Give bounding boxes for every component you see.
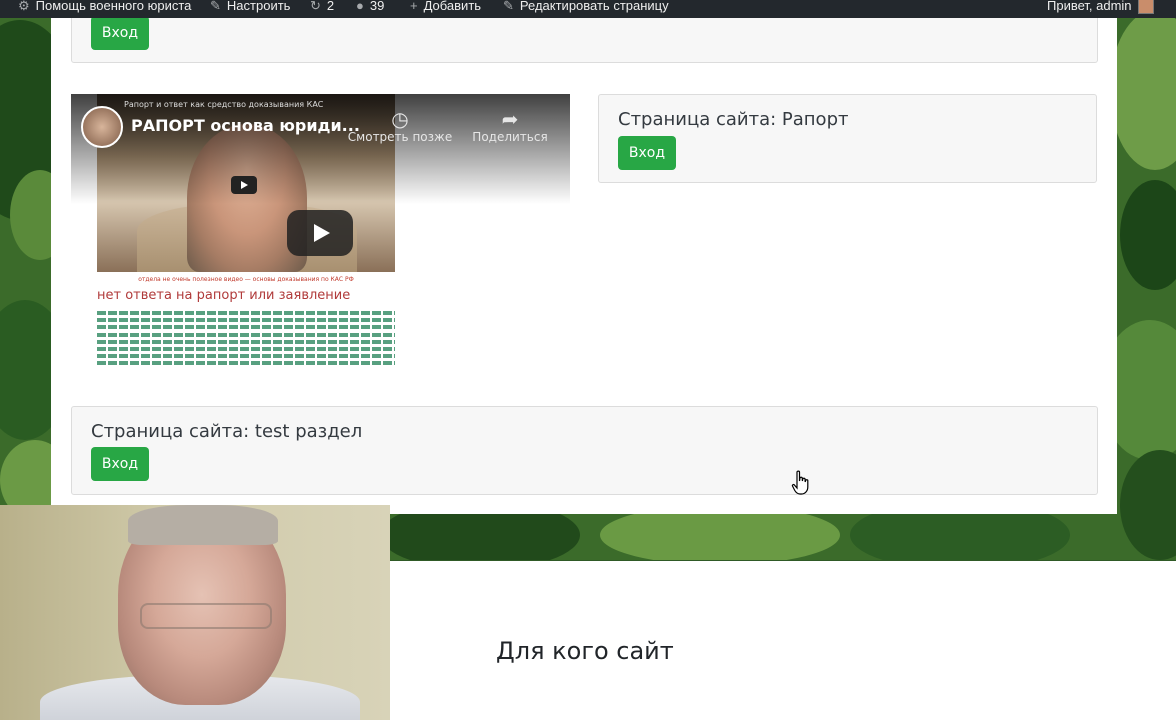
adminbar-updates[interactable]: ↻ 2 xyxy=(310,0,334,15)
adminbar-edit-page[interactable]: ✎ Редактировать страницу xyxy=(503,0,669,15)
adminbar-customize[interactable]: ✎ Настроить xyxy=(210,0,290,15)
login-button[interactable]: Вход xyxy=(91,16,149,50)
clock-icon: ◷ xyxy=(391,107,409,131)
hand-cursor-icon xyxy=(791,470,809,495)
adminbar-site[interactable]: ⚙ Помощь военного юриста xyxy=(18,0,191,15)
video-red-heading: нет ответа на рапорт или заявление xyxy=(97,288,351,303)
webcam-overlay xyxy=(0,505,390,720)
page-card-raport: Страница сайта: Рапорт Вход xyxy=(598,94,1097,183)
plus-icon: + xyxy=(410,0,418,13)
login-button[interactable]: Вход xyxy=(618,136,676,170)
youtube-embed[interactable]: Рапорт и ответ как средство доказывания … xyxy=(71,94,570,374)
channel-avatar[interactable] xyxy=(81,106,123,148)
inner-play-icon xyxy=(231,176,257,194)
video-title[interactable]: РАПОРТ основа юриди... xyxy=(131,116,360,135)
page-card-test: Страница сайта: test раздел Вход xyxy=(71,406,1098,495)
pencil-icon: ✎ xyxy=(503,0,514,13)
video-caption: отдела не очень полезное видео — основы … xyxy=(138,276,354,283)
lower-section: Для кого сайт xyxy=(390,561,1176,720)
login-button[interactable]: Вход xyxy=(91,447,149,481)
avatar xyxy=(1137,0,1154,14)
comment-icon: ● xyxy=(356,0,364,13)
section-title: Для кого сайт xyxy=(496,637,674,665)
video-channel-title: Рапорт и ответ как средство доказывания … xyxy=(124,100,324,109)
play-button[interactable] xyxy=(287,210,353,256)
adminbar-comments[interactable]: ● 39 xyxy=(356,0,384,15)
adminbar-add-new[interactable]: + Добавить xyxy=(410,0,481,15)
video-body-text xyxy=(97,311,395,369)
wordpress-icon: ⚙ xyxy=(18,0,30,13)
wp-admin-bar: ⚙ Помощь военного юриста ✎ Настроить ↻ 2… xyxy=(0,0,1176,18)
share-button[interactable]: ➦ Поделиться xyxy=(455,108,565,144)
updates-icon: ↻ xyxy=(310,0,321,13)
watch-later-button[interactable]: ◷ Смотреть позже xyxy=(345,108,455,144)
brush-icon: ✎ xyxy=(210,0,221,13)
adminbar-account[interactable]: Привет, admin xyxy=(1047,0,1154,15)
card-title: Страница сайта: Рапорт xyxy=(618,109,849,130)
card-title: Страница сайта: test раздел xyxy=(91,421,363,442)
share-icon: ➦ xyxy=(501,107,519,131)
